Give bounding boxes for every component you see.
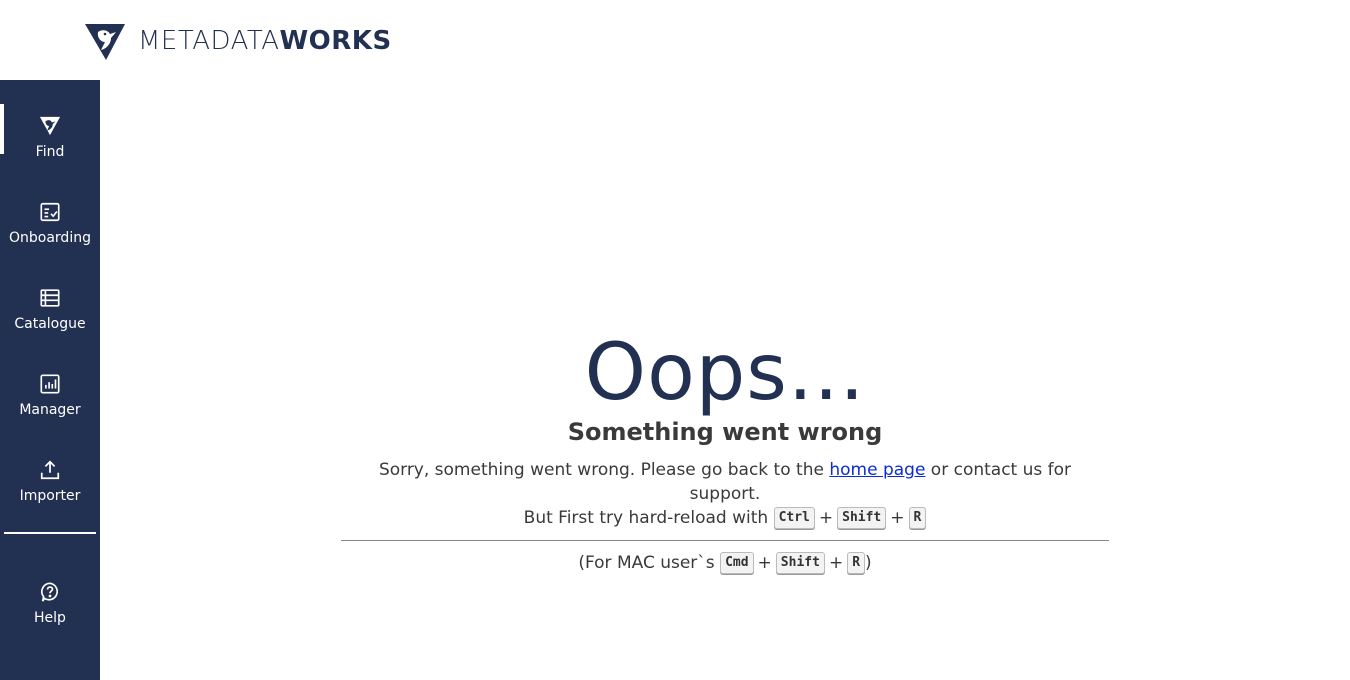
help-icon xyxy=(38,580,62,604)
sidebar-item-find[interactable]: Find xyxy=(0,102,100,172)
bar-chart-icon xyxy=(38,372,62,396)
list-icon xyxy=(38,286,62,310)
upload-icon xyxy=(38,458,62,482)
key-shift: Shift xyxy=(837,507,887,529)
sidebar-item-manager[interactable]: Manager xyxy=(0,360,100,430)
sidebar-item-label: Importer xyxy=(19,488,81,504)
key-shift: Shift xyxy=(775,552,825,574)
sidebar-item-catalogue[interactable]: Catalogue xyxy=(0,274,100,344)
main-content: Oops... Something went wrong Sorry, some… xyxy=(100,80,1350,680)
key-cmd: Cmd xyxy=(720,552,754,574)
metadataworks-logo-icon xyxy=(85,24,125,60)
mac-instruction-text: (For MAC user`s xyxy=(578,553,715,573)
plus-sign: + xyxy=(828,553,844,573)
mac-instruction: (For MAC user`s Cmd + Shift + R) xyxy=(341,551,1109,575)
error-panel: Oops... Something went wrong Sorry, some… xyxy=(341,328,1109,575)
error-subtitle: Something went wrong xyxy=(567,418,883,446)
sidebar-item-importer[interactable]: Importer xyxy=(0,446,100,516)
sidebar-item-label: Onboarding xyxy=(9,230,91,246)
brand-name-light: METADATA xyxy=(138,26,280,56)
sidebar-item-help[interactable]: Help xyxy=(0,568,100,638)
error-message-text: Sorry, something went wrong. Please go b… xyxy=(378,460,830,480)
error-message: Sorry, something went wrong. Please go b… xyxy=(341,458,1109,530)
sidebar-item-label: Find xyxy=(35,144,65,160)
brand-name-bold: WORKS xyxy=(279,26,392,56)
checklist-icon xyxy=(38,200,62,224)
plus-sign: + xyxy=(757,553,772,573)
key-ctrl: Ctrl xyxy=(773,507,815,529)
app-header: METADATAWORKS xyxy=(0,0,1350,80)
mac-instruction-close: ) xyxy=(865,553,872,573)
sidebar-nav: Find Onboarding Catalogue Manager Import… xyxy=(0,80,100,680)
key-r: R xyxy=(847,552,866,574)
home-page-link[interactable]: home page xyxy=(829,460,925,480)
find-logo-icon xyxy=(38,114,62,138)
plus-sign: + xyxy=(818,508,834,528)
sidebar-item-label: Manager xyxy=(19,402,81,418)
plus-sign: + xyxy=(890,508,905,528)
key-r: R xyxy=(908,507,927,529)
brand-logo[interactable]: METADATAWORKS xyxy=(84,20,392,62)
sidebar-item-onboarding[interactable]: Onboarding xyxy=(0,188,100,258)
sidebar-divider xyxy=(4,532,96,534)
sidebar-item-label: Catalogue xyxy=(14,316,86,332)
brand-name: METADATAWORKS xyxy=(138,28,392,54)
reload-instruction: But First try hard-reload with xyxy=(523,508,769,528)
sidebar-item-label: Help xyxy=(34,610,66,626)
horizontal-rule xyxy=(341,540,1109,541)
error-heading: Oops... xyxy=(584,328,866,418)
